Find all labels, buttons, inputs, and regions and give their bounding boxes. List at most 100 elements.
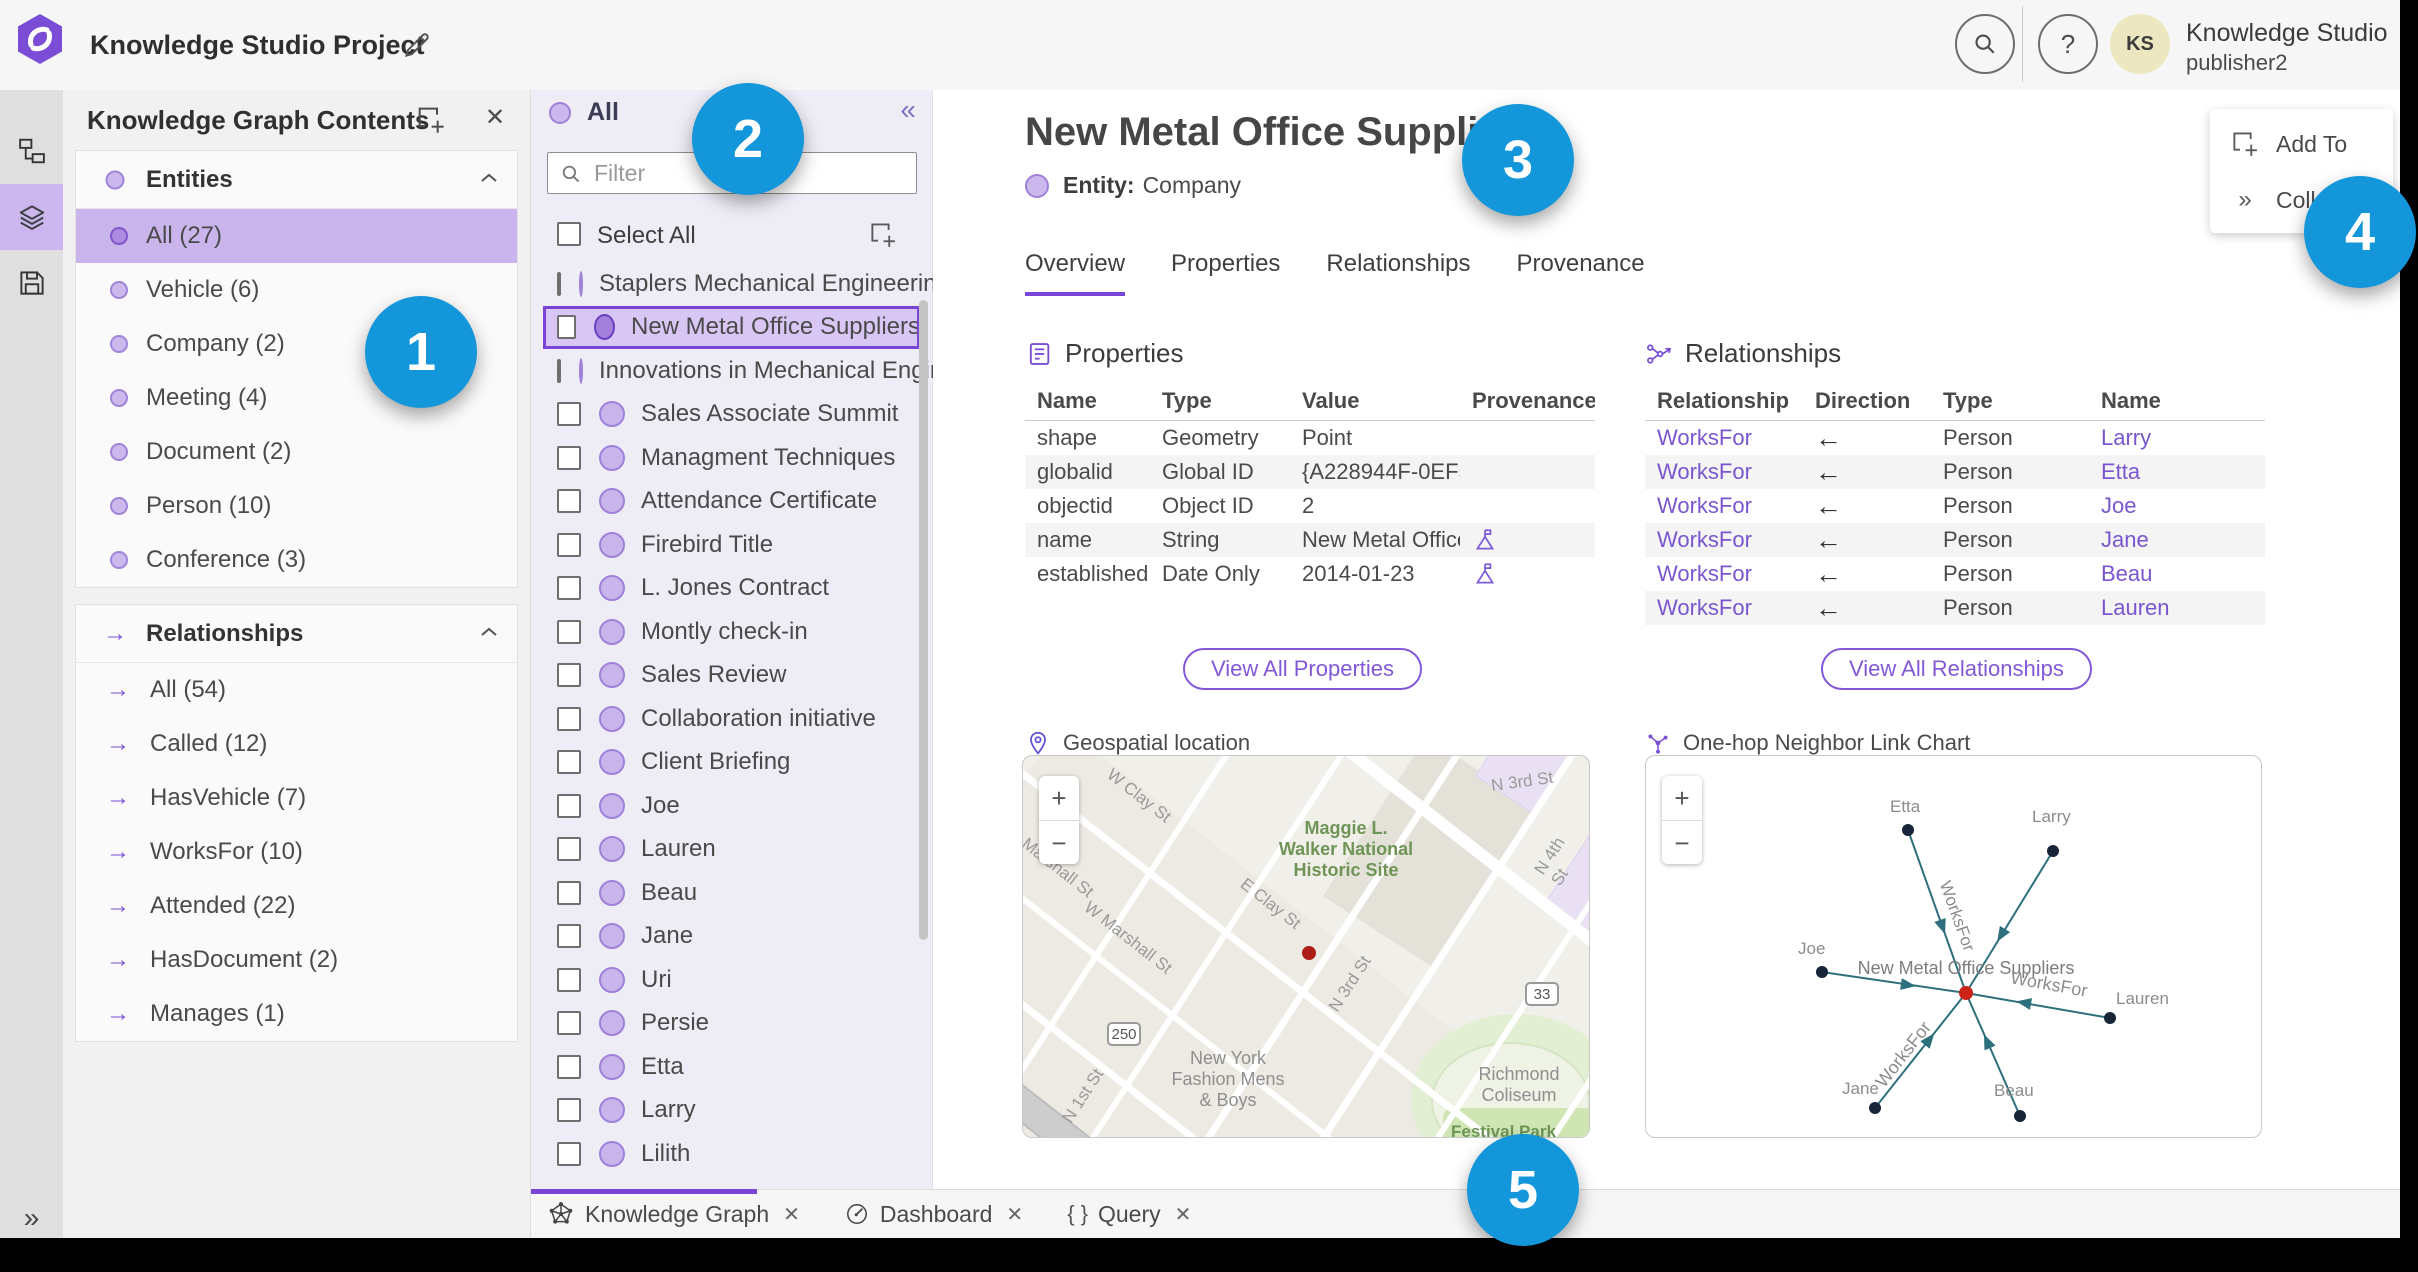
node-joe[interactable] (1816, 966, 1828, 978)
relationship-link[interactable]: WorksFor (1645, 561, 1803, 587)
node-jane[interactable] (1869, 1102, 1881, 1114)
chevron-up-icon[interactable] (479, 625, 499, 639)
entity-link[interactable]: Beau (2089, 561, 2265, 587)
list-item[interactable]: Staplers Mechanical Engineering (531, 262, 950, 306)
entity-filter-conference[interactable]: Conference (3) (76, 533, 517, 587)
account-info[interactable]: Knowledge Studio publisher2 (2186, 18, 2388, 77)
zoom-out-button[interactable]: − (1039, 821, 1079, 865)
relationship-filter-manages[interactable]: → Manages (1) (76, 987, 517, 1041)
checkbox[interactable] (557, 1098, 581, 1123)
checkbox[interactable] (557, 576, 581, 601)
node-etta[interactable] (1902, 824, 1914, 836)
list-item[interactable]: Firebird Title (531, 523, 932, 567)
list-item[interactable]: Beau (531, 871, 932, 915)
checkbox[interactable] (557, 663, 581, 688)
list-item[interactable]: Lauren (531, 828, 932, 872)
zoom-in-button[interactable]: + (1039, 776, 1079, 821)
geospatial-map[interactable]: W Clay St N 3rd St N 4th St Maggie L. Wa… (1022, 755, 1590, 1138)
list-item[interactable]: Persie (531, 1002, 932, 1046)
zoom-out-button[interactable]: − (1662, 821, 1702, 865)
list-item[interactable]: Montly check-in (531, 610, 932, 654)
help-button[interactable]: ? (2038, 14, 2098, 74)
provenance-flag-icon[interactable] (1472, 527, 1498, 553)
view-all-relationships-button[interactable]: View All Relationships (1821, 648, 2092, 690)
entity-link[interactable]: Jane (2089, 527, 2265, 553)
entity-link[interactable]: Lauren (2089, 595, 2265, 621)
list-item[interactable]: Client Briefing (531, 741, 932, 785)
checkbox[interactable] (557, 880, 581, 905)
checkbox[interactable] (557, 924, 581, 949)
tab-overview[interactable]: Overview (1025, 250, 1126, 296)
node-larry[interactable] (2047, 845, 2059, 857)
relationship-link[interactable]: WorksFor (1645, 527, 1803, 553)
relationship-filter-hasdocument[interactable]: → HasDocument (2) (76, 933, 517, 987)
list-item[interactable]: Innovations in Mechanical Engin... (531, 349, 963, 393)
tab-knowledge-graph[interactable]: Knowledge Graph ✕ (547, 1200, 800, 1228)
checkbox[interactable] (557, 358, 561, 383)
checkbox[interactable] (557, 532, 581, 557)
relationship-filter-called[interactable]: → Called (12) (76, 717, 517, 771)
close-panel-icon[interactable]: ✕ (485, 103, 505, 132)
tab-provenance[interactable]: Provenance (1517, 250, 1645, 296)
expand-rail-icon[interactable]: » (0, 1202, 63, 1234)
tab-query[interactable]: { } Query ✕ (1067, 1201, 1191, 1228)
list-item[interactable]: Managment Techniques (531, 436, 932, 480)
tab-properties[interactable]: Properties (1171, 250, 1280, 296)
checkbox[interactable] (557, 402, 581, 427)
list-item[interactable]: Lilith (531, 1132, 932, 1176)
tab-dashboard[interactable]: Dashboard ✕ (844, 1201, 1023, 1228)
entities-section-header[interactable]: Entities (76, 151, 517, 209)
checkbox[interactable] (557, 489, 581, 514)
relationship-filter-all[interactable]: → All (54) (76, 663, 517, 717)
layers-rail-button[interactable] (0, 184, 63, 250)
node-lauren[interactable] (2104, 1012, 2116, 1024)
list-item[interactable]: Larry (531, 1089, 932, 1133)
close-tab-icon[interactable]: ✕ (1175, 1202, 1192, 1227)
entity-link[interactable]: Larry (2089, 425, 2265, 451)
one-hop-link-chart[interactable]: Etta Larry Joe Lauren Jane Beau New Meta… (1645, 755, 2262, 1138)
checkbox[interactable] (557, 271, 561, 296)
list-item[interactable]: Joe (531, 784, 932, 828)
entity-filter-document[interactable]: Document (2) (76, 425, 517, 479)
list-item[interactable]: Collaboration initiative (531, 697, 932, 741)
list-item[interactable]: Jane (531, 915, 932, 959)
entity-filter-person[interactable]: Person (10) (76, 479, 517, 533)
relationship-link[interactable]: WorksFor (1645, 493, 1803, 519)
checkbox[interactable] (557, 967, 581, 992)
relationship-filter-worksfor[interactable]: → WorksFor (10) (76, 825, 517, 879)
list-item-selected[interactable]: New Metal Office Suppliers (543, 305, 920, 349)
list-item[interactable]: Etta (531, 1045, 932, 1089)
list-item[interactable]: L. Jones Contract (531, 567, 932, 611)
scrollbar-thumb[interactable] (919, 300, 928, 940)
checkbox[interactable] (557, 619, 581, 644)
checkbox[interactable] (557, 750, 581, 775)
add-to-map-icon[interactable] (868, 220, 898, 250)
data-model-rail-button[interactable] (0, 118, 63, 184)
checkbox[interactable] (557, 445, 581, 470)
checkbox[interactable] (557, 1141, 581, 1166)
node-beau[interactable] (2014, 1110, 2026, 1122)
entity-link[interactable]: Joe (2089, 493, 2265, 519)
provenance-flag-icon[interactable] (1472, 561, 1498, 587)
checkbox[interactable] (557, 706, 581, 731)
node-center[interactable] (1959, 986, 1973, 1000)
zoom-in-button[interactable]: + (1662, 776, 1702, 821)
relationship-link[interactable]: WorksFor (1645, 459, 1803, 485)
list-item[interactable]: Uri (531, 958, 932, 1002)
list-item[interactable]: Sales Associate Summit (531, 393, 932, 437)
checkbox[interactable] (557, 1054, 581, 1079)
view-all-properties-button[interactable]: View All Properties (1183, 648, 1423, 690)
entity-link[interactable]: Etta (2089, 459, 2265, 485)
list-item[interactable]: Sales Review (531, 654, 932, 698)
close-tab-icon[interactable]: ✕ (1006, 1202, 1023, 1227)
add-to-menu-item[interactable]: Add To (2210, 119, 2393, 169)
user-avatar[interactable]: KS (2110, 14, 2170, 74)
relationships-section-header[interactable]: → Relationships (76, 605, 517, 663)
relationship-filter-attended[interactable]: → Attended (22) (76, 879, 517, 933)
collapse-panel-icon[interactable]: « (900, 94, 916, 126)
add-to-map-icon[interactable] (415, 104, 447, 136)
entity-filter-all[interactable]: All (27) (76, 209, 517, 263)
relationship-filter-hasvehicle[interactable]: → HasVehicle (7) (76, 771, 517, 825)
relationship-link[interactable]: WorksFor (1645, 425, 1803, 451)
chevron-up-icon[interactable] (479, 171, 499, 185)
